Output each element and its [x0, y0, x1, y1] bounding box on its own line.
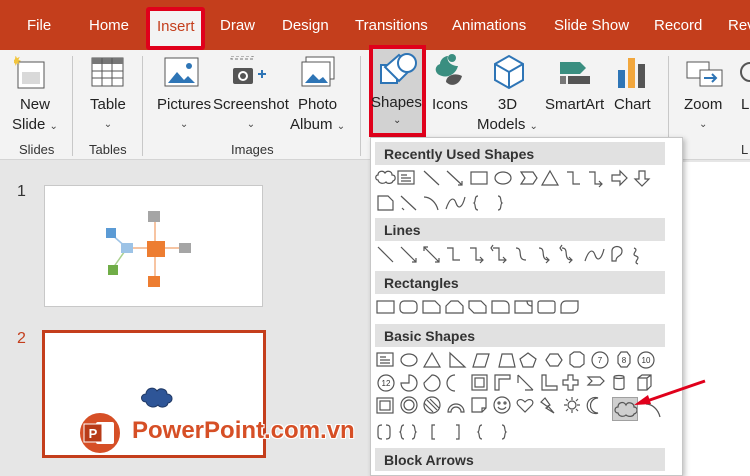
section-rectangles: Rectangles — [375, 271, 665, 294]
triangle-icon — [540, 169, 560, 186]
tab-animations[interactable]: Animations — [452, 17, 526, 34]
icons-icon — [435, 54, 462, 85]
parallelogram-icon — [519, 171, 538, 185]
chevron-down-icon: ⌄ — [336, 121, 346, 132]
right-arrow-icon — [611, 169, 628, 187]
screenshot-button[interactable]: Screenshot ⌄ — [213, 95, 289, 135]
tab-record[interactable]: Record — [654, 17, 702, 34]
chevron-down-icon: ⌄ — [529, 121, 538, 132]
cloud-icon — [375, 170, 396, 184]
chevron-down-icon: ⌄ — [179, 119, 189, 130]
group-label-tables: Tables — [89, 142, 127, 157]
mindmap-diagram — [106, 211, 191, 287]
separator — [360, 56, 361, 156]
pictures-button[interactable]: Pictures ⌄ — [157, 95, 211, 135]
photo-album-button[interactable]: Photo Album ⌄ — [290, 95, 345, 137]
section-block-arrows: Block Arrows — [375, 448, 665, 471]
3d-models-button[interactable]: 3D Models ⌄ — [477, 95, 538, 137]
photo-album-icon — [301, 56, 335, 87]
group-label-slides: Slides — [19, 142, 55, 157]
curve-icon — [445, 196, 466, 210]
slide-number: 2 — [17, 330, 26, 347]
right-brace-icon — [497, 195, 504, 211]
octagon-12-label: 12 — [382, 379, 391, 388]
screenshot-icon — [230, 56, 266, 84]
cloud-shape — [141, 387, 173, 408]
elbow-connector-icon — [567, 171, 580, 185]
group-label-images: Images — [231, 142, 274, 157]
arrow-line-icon — [446, 170, 463, 186]
rectangles-row — [376, 300, 579, 314]
watermark-text: PowerPoint.com.vn — [132, 417, 355, 444]
zoom-button[interactable]: Zoom ⌄ — [684, 95, 722, 135]
oval-icon — [494, 171, 512, 185]
tab-review[interactable]: Rev — [728, 17, 750, 34]
recently-used-shapes-row — [375, 169, 651, 211]
snip-rectangle-icon — [377, 195, 394, 211]
brackets-row — [377, 424, 508, 440]
separator — [72, 56, 73, 156]
chart-button[interactable]: Chart — [614, 95, 651, 115]
octagon-8-label: 8 — [622, 356, 627, 365]
chevron-down-icon: ⌄ — [393, 115, 402, 126]
shapes-button[interactable]: Shapes ⌄ — [369, 45, 426, 137]
section-recently-used-shapes: Recently Used Shapes — [375, 142, 665, 165]
lines-row — [377, 244, 639, 265]
zoom-icon — [686, 61, 723, 87]
link-button[interactable]: L — [741, 95, 749, 115]
chevron-down-icon: ⌄ — [246, 119, 256, 130]
tab-slide-show[interactable]: Slide Show — [554, 17, 629, 34]
slide-number: 1 — [17, 183, 26, 200]
octagon-10-label: 10 — [642, 356, 651, 365]
tab-design[interactable]: Design — [282, 17, 329, 34]
down-arrow-icon — [633, 170, 651, 187]
octagon-7-label: 7 — [598, 356, 603, 365]
tab-transitions[interactable]: Transitions — [355, 17, 428, 34]
tab-draw[interactable]: Draw — [220, 17, 255, 34]
slide-thumbnail-1[interactable] — [44, 185, 263, 307]
separator — [142, 56, 143, 156]
table-icon — [91, 57, 124, 87]
tab-insert[interactable]: Insert — [146, 7, 205, 50]
ribbon-tab-bar: File Home Insert Draw Design Transitions… — [0, 0, 750, 50]
shapes-icon — [380, 53, 417, 84]
svg-text:P: P — [89, 426, 98, 441]
powerpoint-logo-icon: P — [78, 411, 122, 455]
section-lines: Lines — [375, 218, 665, 241]
left-brace-icon — [472, 195, 479, 211]
icons-button[interactable]: Icons — [432, 95, 468, 115]
rectangle-icon — [470, 171, 488, 185]
3d-models-icon — [494, 54, 524, 90]
section-basic-shapes: Basic Shapes — [375, 324, 665, 347]
elbow-arrow-icon — [589, 171, 603, 188]
tab-file[interactable]: File — [27, 17, 51, 34]
new-slide-icon — [14, 56, 45, 89]
pictures-icon — [164, 57, 199, 87]
chevron-down-icon: ⌄ — [698, 119, 708, 130]
smartart-icon — [560, 62, 590, 84]
annotation-arrow-icon — [634, 379, 706, 405]
arc-icon — [423, 196, 439, 211]
group-label-links: L — [741, 142, 749, 157]
line-icon — [423, 170, 440, 186]
smartart-button[interactable]: SmartArt — [545, 95, 604, 115]
new-slide-button[interactable]: New Slide ⌄ — [12, 95, 58, 137]
shapes-gallery: Recently Used Shapes Lines Rectangles Ba… — [370, 137, 683, 476]
chevron-down-icon: ⌄ — [49, 121, 58, 132]
shapes-label: Shapes — [371, 94, 422, 111]
tab-home[interactable]: Home — [89, 17, 129, 34]
link-icon — [740, 62, 750, 82]
chevron-down-icon: ⌄ — [103, 119, 113, 130]
line-arrow-icon — [400, 195, 417, 211]
table-button[interactable]: Table ⌄ — [90, 95, 126, 135]
chart-icon — [618, 58, 645, 88]
powerpoint-watermark: P PowerPoint.com.vn — [76, 408, 376, 458]
